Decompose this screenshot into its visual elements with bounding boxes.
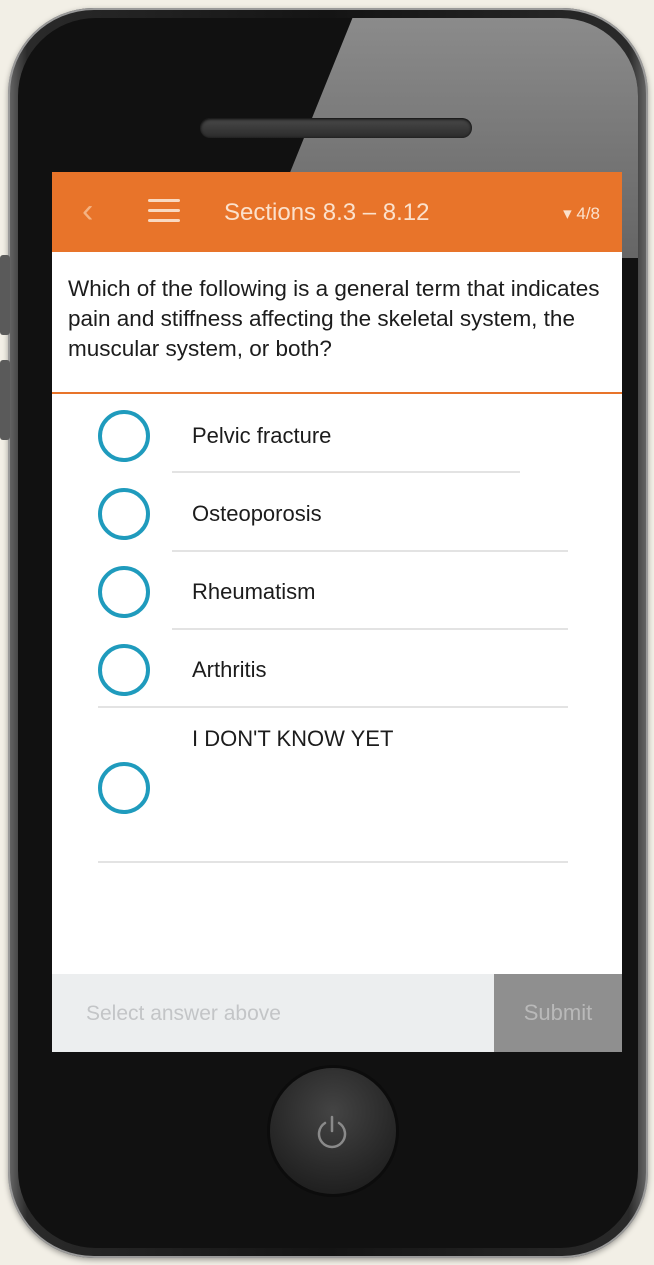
hamburger-menu-icon[interactable]	[148, 199, 180, 223]
radio-circle-icon[interactable]	[98, 410, 150, 462]
radio-circle-icon[interactable]	[98, 566, 150, 618]
footer-hint: Select answer above	[86, 1002, 281, 1025]
phone-speaker	[200, 118, 472, 138]
option-arthritis[interactable]: Arthritis	[52, 628, 622, 708]
option-rheumatism[interactable]: Rheumatism	[52, 550, 622, 630]
option-label: Pelvic fracture	[192, 423, 332, 448]
home-button[interactable]	[270, 1068, 396, 1194]
volume-button	[0, 255, 10, 335]
option-label: Rheumatism	[192, 579, 316, 604]
option-label: Arthritis	[192, 657, 267, 682]
radio-circle-icon[interactable]	[98, 644, 150, 696]
option-osteoporosis[interactable]: Osteoporosis	[52, 472, 622, 552]
volume-button-2	[0, 360, 10, 440]
progress-indicator[interactable]: ▾ 4/8	[563, 204, 600, 224]
app-screen: ‹ Sections 8.3 – 8.12 ▾ 4/8 Which of the…	[52, 172, 622, 1052]
question-text: Which of the following is a general term…	[52, 252, 622, 394]
radio-circle-icon[interactable]	[98, 762, 150, 814]
page-title: Sections 8.3 – 8.12	[224, 199, 430, 226]
option-i-dont-know-yet[interactable]: I DON'T KNOW YET	[52, 706, 622, 864]
option-label: I DON'T KNOW YET	[192, 726, 394, 751]
option-divider	[98, 861, 568, 863]
option-label: Osteoporosis	[192, 501, 322, 526]
power-icon	[317, 1115, 347, 1149]
option-pelvic-fracture[interactable]: Pelvic fracture	[52, 394, 622, 473]
submit-button[interactable]: Submit	[494, 974, 622, 1052]
radio-circle-icon[interactable]	[98, 488, 150, 540]
answer-footer: Select answer above Submit	[52, 974, 622, 1052]
chevron-left-icon[interactable]: ‹	[82, 194, 93, 228]
top-bar: ‹ Sections 8.3 – 8.12 ▾ 4/8	[52, 172, 622, 252]
